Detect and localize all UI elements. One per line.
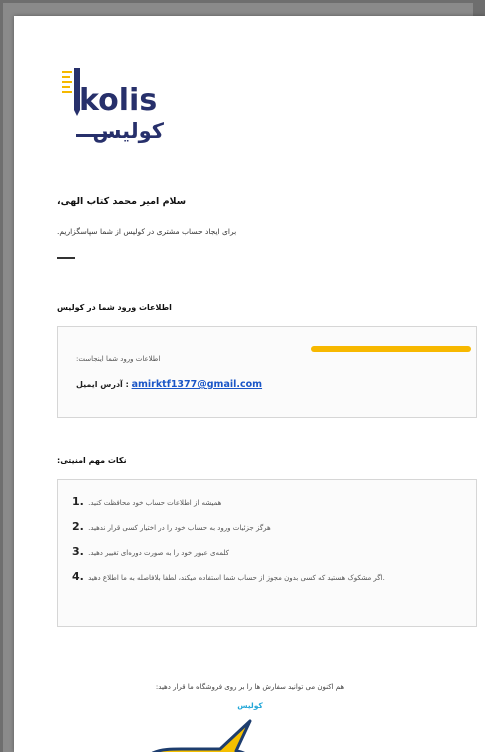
greeting-text: ،سلام امیر محمد کتاب الهی <box>57 196 187 207</box>
closing-text: :هم اکنون می توانید سفارش ها را بر روی ف… <box>155 683 345 691</box>
svg-text:kolis: kolis <box>79 83 157 118</box>
divider <box>57 257 75 259</box>
tip-number: 3. <box>72 545 84 558</box>
email-link[interactable]: amirktf1377@gmail.com <box>132 379 262 390</box>
tip-number: 2. <box>72 520 84 533</box>
tip-text: .کلمه‌ی عبور خود را به صورت دوره‌ای تغیی… <box>88 549 229 557</box>
tip-number: 1. <box>72 495 84 508</box>
tip-item: 2. .هرگز جزئیات ورود به حساب خود را در ا… <box>72 520 464 535</box>
login-section-title: اطلاعات ورود شما در کولیس <box>57 303 172 312</box>
tip-text: .همیشه از اطلاعات حساب خود محافظت کنید <box>88 499 222 507</box>
security-tips-title: :نکات مهم امنیتی <box>57 456 127 465</box>
tip-text: .هرگز جزئیات ورود به حساب خود را در اختی… <box>88 524 271 532</box>
highlight-marker <box>311 346 471 352</box>
email-row: آدرس ایمیل : amirktf1377@gmail.com <box>76 379 262 390</box>
intro-text: .برای ایجاد حساب مشتری در کولیس از شما س… <box>57 227 237 236</box>
speech-bubble-annotation <box>151 719 252 752</box>
email-body: kolis کولیس ،سلام امیر محمد کتاب الهی .ب… <box>14 16 485 752</box>
svg-text:کولیس: کولیس <box>92 119 164 143</box>
tips-list: 1. .همیشه از اطلاعات حساب خود محافظت کنی… <box>72 495 464 595</box>
email-label: آدرس ایمیل : <box>76 380 129 389</box>
tip-number: 4. <box>72 570 84 583</box>
login-hint: :اطلاعات ورود شما اینجاست <box>76 355 161 363</box>
kolis-logo: kolis کولیس <box>62 68 165 143</box>
security-tips-box: 1. .همیشه از اطلاعات حساب خود محافظت کنی… <box>57 479 477 627</box>
tip-item: 4. اگر مشکوک هستید که کسی بدون مجوز از ح… <box>72 570 464 585</box>
tip-item: 1. .همیشه از اطلاعات حساب خود محافظت کنی… <box>72 495 464 510</box>
tip-item: 3. .کلمه‌ی عبور خود را به صورت دوره‌ای ت… <box>72 545 464 560</box>
login-info-box: :اطلاعات ورود شما اینجاست آدرس ایمیل : a… <box>57 326 477 418</box>
tip-text: اگر مشکوک هستید که کسی بدون مجوز از حساب… <box>88 574 385 582</box>
